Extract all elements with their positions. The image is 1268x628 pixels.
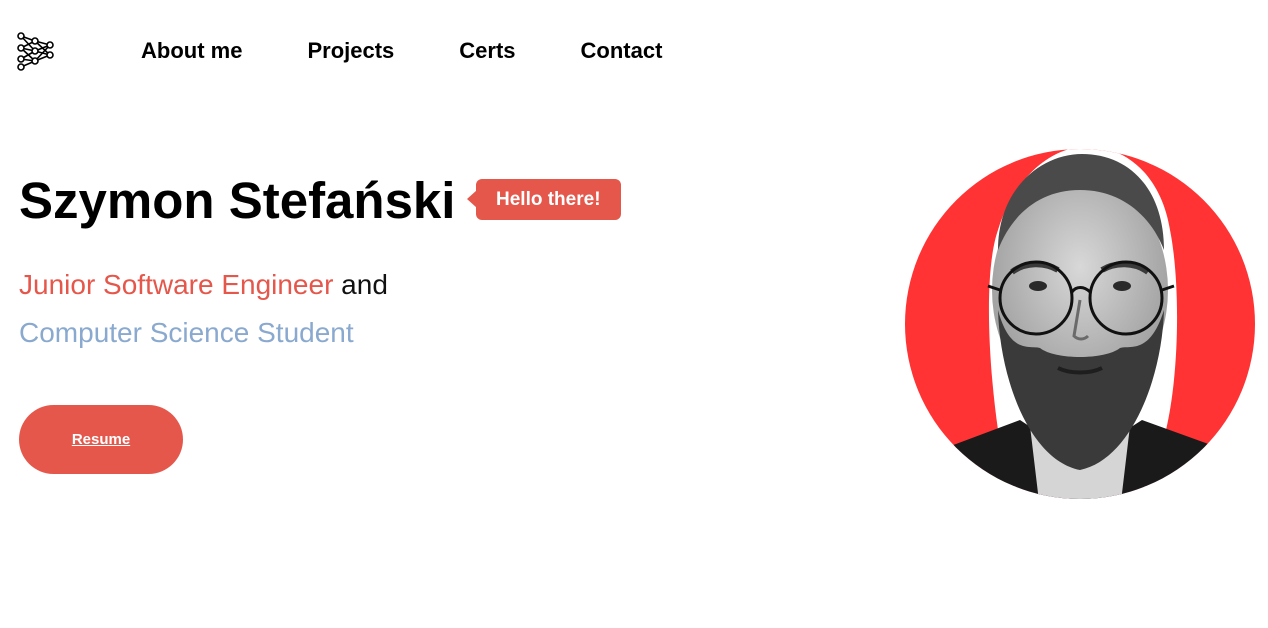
hero-role-line: Junior Software Engineer and	[19, 266, 388, 304]
nav-contact[interactable]: Contact	[581, 36, 663, 66]
main-nav: About me Projects Certs Contact	[141, 36, 662, 66]
hero-name: Szymon Stefański	[19, 172, 456, 229]
neural-network-icon[interactable]	[16, 31, 58, 71]
hero-connector: and	[333, 269, 388, 300]
greeting-badge: Hello there!	[467, 179, 621, 220]
resume-button[interactable]: Resume	[19, 405, 183, 474]
avatar	[880, 130, 1268, 520]
page: About me Projects Certs Contact Szymon S…	[0, 0, 1268, 628]
hero-status: Computer Science Student	[19, 317, 354, 348]
nav-certs[interactable]: Certs	[459, 36, 515, 66]
hero-role: Junior Software Engineer	[19, 269, 334, 300]
nav-about-me[interactable]: About me	[141, 36, 242, 66]
hero-status-line: Computer Science Student	[19, 314, 354, 352]
nav-projects[interactable]: Projects	[307, 36, 394, 66]
